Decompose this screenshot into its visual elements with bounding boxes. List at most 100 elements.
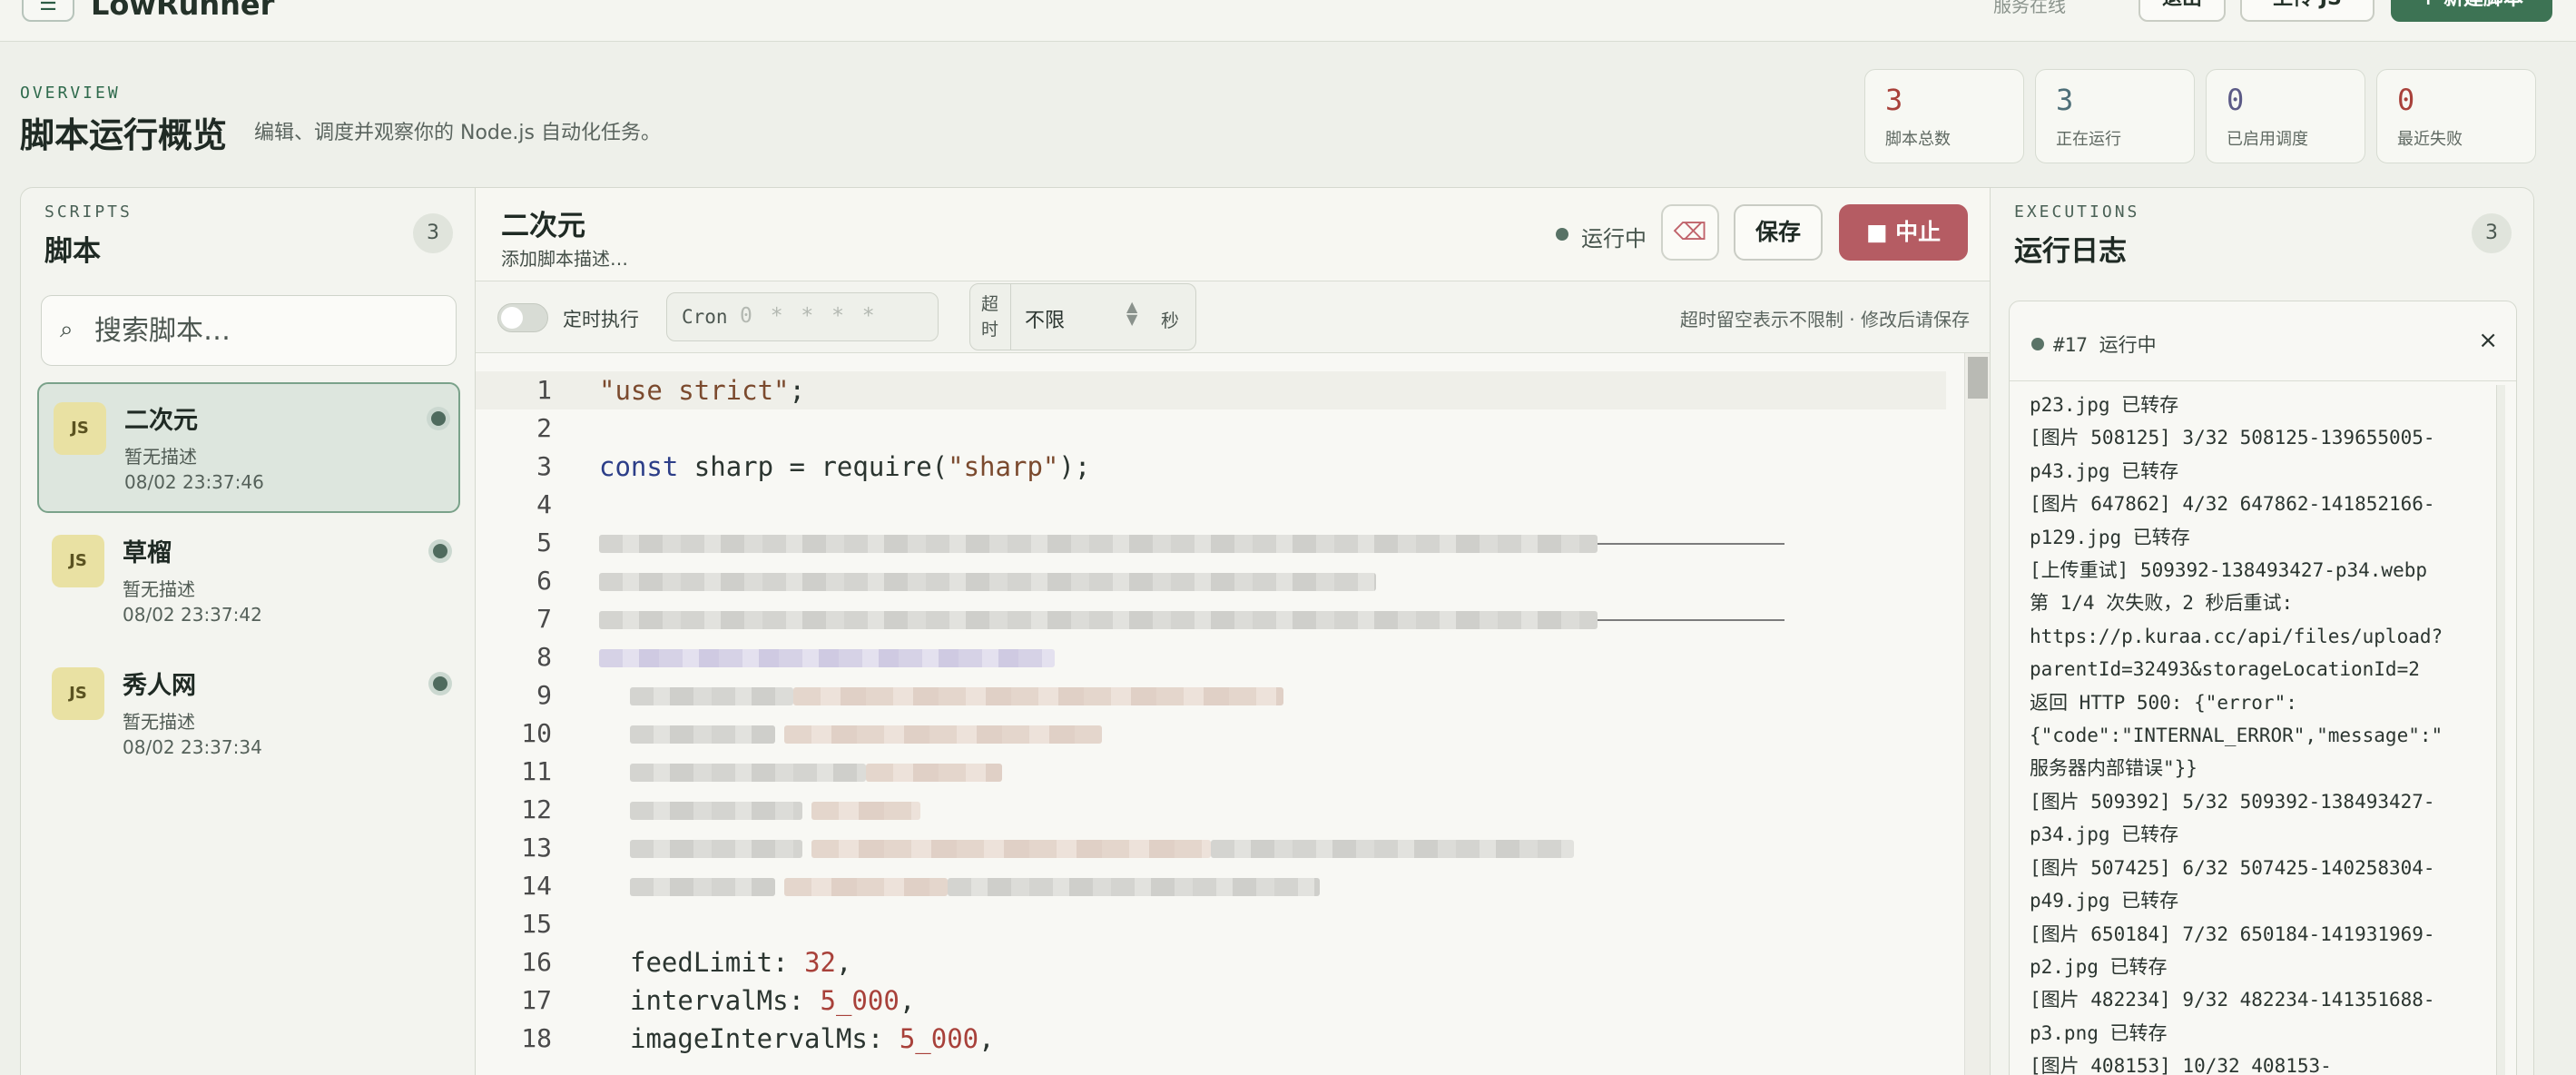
line-number: 12 — [521, 794, 552, 824]
stat-label: 最近失败 — [2397, 130, 2463, 149]
timeout-input[interactable]: 超时 不限 ▲ ▼ 秒 — [969, 283, 1196, 350]
log-line: 返回 HTTP 500: {"error": — [2030, 691, 2297, 714]
code-line: 4 — [476, 486, 1946, 524]
code-keyword: const — [599, 451, 679, 482]
running-status-icon — [1556, 228, 1568, 241]
script-item-caoliu[interactable]: JS 草榴 暂无描述 08/02 23:37:42 — [37, 517, 460, 647]
code-line: 5 — [476, 524, 1946, 562]
clear-log-icon: ⌫ — [1673, 219, 1707, 246]
code-number: 32 — [804, 947, 836, 978]
script-desc: 暂无描述 — [123, 711, 195, 733]
code-editor[interactable]: 1 "use strict"; 2 3 const sharp = requir… — [476, 353, 1990, 1075]
script-title[interactable]: 二次元 — [501, 202, 585, 243]
page-subtitle: 编辑、调度并观察你的 Node.js 自动化任务。 — [254, 122, 661, 144]
log-line: p2.jpg 已转存 — [2030, 955, 2168, 978]
executions-panel: EXECUTIONS 运行日志 3 #17 运行中 × p23.jpg 已转存 [… — [1990, 187, 2534, 1075]
clear-log-button[interactable]: ⌫ — [1661, 204, 1719, 261]
stat-running: 3 正在运行 — [2035, 69, 2195, 163]
script-time: 08/02 23:37:46 — [124, 471, 264, 493]
log-line: [图片 482234] 9/32 482234-141351688- — [2030, 989, 2435, 1011]
line-number: 11 — [521, 756, 552, 786]
code-line: 6 — [476, 562, 1946, 600]
js-file-icon: JS — [52, 535, 104, 587]
line-number: 7 — [536, 604, 552, 634]
stop-button[interactable]: ■ 中止 — [1839, 204, 1968, 261]
search-input[interactable] — [94, 307, 439, 354]
code-key: feedLimit: — [630, 947, 805, 978]
code-text: feedLimit: 32, — [630, 947, 852, 978]
cron-input[interactable]: Cron 0 * * * * — [666, 292, 939, 341]
code-line: 18 imageIntervalMs: 5_000, — [476, 1020, 1946, 1058]
scripts-title: 脚本 — [44, 235, 101, 268]
log-line: p23.jpg 已转存 — [2030, 394, 2179, 416]
redacted-content — [811, 840, 1211, 858]
redacted-content — [599, 573, 1376, 591]
redacted-content — [811, 802, 920, 820]
timeout-unit: 秒 — [1161, 310, 1179, 331]
logout-button[interactable]: 退出 — [2138, 0, 2226, 22]
script-time: 08/02 23:37:42 — [123, 604, 262, 626]
redacted-content — [784, 878, 948, 896]
stat-recent-failures: 0 最近失败 — [2376, 69, 2536, 163]
log-line: p34.jpg 已转存 — [2030, 824, 2179, 846]
code-text: "use strict"; — [599, 375, 805, 406]
new-script-button[interactable]: + 新建脚本 — [2391, 0, 2552, 22]
schedule-toggle[interactable] — [497, 303, 548, 332]
save-button[interactable]: 保存 — [1734, 204, 1823, 261]
running-indicator-icon — [433, 676, 447, 691]
upload-js-button[interactable]: 上传 JS — [2240, 0, 2374, 22]
toggle-knob — [501, 307, 523, 329]
cron-placeholder: 0 * * * * — [740, 304, 878, 328]
log-line: [图片 650184] 7/32 650184-141931969- — [2030, 922, 2435, 945]
redacted-content — [630, 687, 793, 705]
log-header[interactable]: #17 运行中 × — [2010, 301, 2516, 381]
script-desc: 暂无描述 — [123, 578, 195, 600]
log-line: [图片 507425] 6/32 507425-140258304- — [2030, 856, 2435, 879]
line-number: 14 — [521, 871, 552, 901]
redacted-content — [630, 802, 802, 820]
line-number: 6 — [536, 566, 552, 596]
code-line: 7 — [476, 600, 1946, 638]
code-line: 12 — [476, 791, 1946, 829]
log-line: [上传重试] 509392-138493427-p34.webp — [2030, 559, 2428, 582]
schedule-hint: 超时留空表示不限制 · 修改后请保存 — [1679, 309, 1970, 330]
code-line: 16 feedLimit: 32, — [476, 943, 1946, 981]
code-text: imageIntervalMs: 5_000, — [630, 1023, 995, 1054]
line-number: 1 — [536, 375, 552, 405]
script-search[interactable]: ⌕ — [41, 295, 457, 366]
close-icon[interactable]: × — [2478, 327, 2498, 354]
redacted-content — [599, 611, 1598, 629]
search-icon: ⌕ — [60, 316, 74, 343]
code-number: 5_000 — [899, 1023, 979, 1054]
editor-scrollbar[interactable] — [1964, 353, 1990, 1075]
js-file-icon: JS — [52, 667, 104, 720]
log-line: p3.png 已转存 — [2030, 1021, 2168, 1044]
line-number: 3 — [536, 451, 552, 481]
script-name: 草榴 — [123, 539, 172, 567]
script-item-xiurenwang[interactable]: JS 秀人网 暂无描述 08/02 23:37:34 — [37, 649, 460, 780]
schedule-toolbar: 定时执行 Cron 0 * * * * 超时 不限 ▲ ▼ 秒 超时留空表示不限制… — [476, 281, 1990, 353]
line-number: 16 — [521, 947, 552, 977]
log-line: {"code":"INTERNAL_ERROR","message":" — [2030, 725, 2443, 747]
script-item-erciyuan[interactable]: JS 二次元 暂无描述 08/02 23:37:46 — [37, 382, 460, 513]
menu-button[interactable]: ☰ — [22, 0, 74, 22]
redacted-content — [630, 764, 866, 782]
running-status-icon — [2031, 338, 2044, 350]
log-line: [图片 408153] 10/32 408153- — [2030, 1055, 2332, 1075]
redacted-content — [1211, 840, 1574, 858]
code-line: 17 intervalMs: 5_000, — [476, 981, 1946, 1020]
running-status-text: 运行中 — [1581, 226, 1647, 251]
code-line: 9 — [476, 676, 1946, 715]
scrollbar-thumb[interactable] — [1968, 357, 1988, 399]
execution-log-card: #17 运行中 × p23.jpg 已转存 [图片 508125] 3/32 50… — [2009, 301, 2517, 1075]
stat-value: 3 — [1885, 83, 1903, 117]
spinner-arrows-icon[interactable]: ▲ ▼ — [1126, 300, 1137, 327]
log-scrollbar[interactable] — [2496, 385, 2505, 1075]
redacted-content — [599, 649, 1055, 667]
code-line: 13 — [476, 829, 1946, 867]
code-number: 5_000 — [820, 985, 900, 1016]
code-line: 1 "use strict"; — [476, 371, 1946, 409]
script-description-field[interactable]: 添加脚本描述… — [501, 244, 628, 271]
scripts-panel: SCRIPTS 脚本 3 ⌕ JS 二次元 暂无描述 08/02 23:37:4… — [20, 187, 476, 1075]
line-number: 2 — [536, 413, 552, 443]
